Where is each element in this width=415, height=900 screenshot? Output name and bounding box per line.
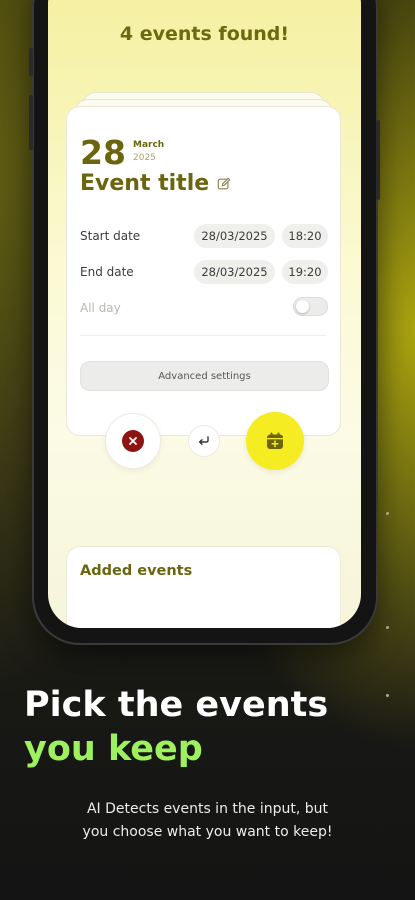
start-date-label: Start date <box>80 229 141 243</box>
start-time-field[interactable]: 18:20 <box>282 224 328 248</box>
promo-headline-line1: Pick the events <box>24 685 329 725</box>
sparkle <box>386 626 389 629</box>
promo-caption-line1: AI Detects events in the input, but <box>86 801 328 817</box>
start-date-field[interactable]: 28/03/2025 <box>194 224 275 248</box>
phone-side-button <box>29 95 33 150</box>
sparkle <box>386 694 389 697</box>
event-year: 2025 <box>133 153 156 163</box>
sparkle <box>386 512 389 515</box>
undo-button[interactable] <box>188 425 220 457</box>
phone-screen: 4 events found! 28 March 2025 Event titl… <box>48 0 361 628</box>
event-title-text: Event title <box>80 171 210 196</box>
event-day: 28 <box>80 133 126 172</box>
close-icon <box>122 430 144 452</box>
event-month: March <box>133 140 165 150</box>
end-time-field[interactable]: 19:20 <box>282 260 328 284</box>
keep-event-button[interactable] <box>246 412 304 470</box>
phone-side-button <box>376 120 380 200</box>
phone-side-button <box>29 48 33 76</box>
reject-event-button[interactable] <box>105 413 161 469</box>
added-events-section: Added events <box>66 546 341 628</box>
end-date-label: End date <box>80 265 134 279</box>
end-date-field[interactable]: 28/03/2025 <box>194 260 275 284</box>
event-card: 28 March 2025 Event title Start date 28/… <box>66 106 341 436</box>
promo-caption: AI Detects events in the input, but you … <box>0 798 415 844</box>
events-found-title: 4 events found! <box>119 23 290 45</box>
calendar-add-icon <box>267 432 283 449</box>
event-title[interactable]: Event title <box>80 171 231 196</box>
advanced-settings-button[interactable]: Advanced settings <box>80 361 329 391</box>
edit-icon[interactable] <box>217 177 231 191</box>
promo-headline-line2: you keep <box>24 729 203 769</box>
divider <box>80 335 327 336</box>
all-day-toggle[interactable] <box>293 297 328 316</box>
promo-caption-line2: you choose what you want to keep! <box>82 824 333 840</box>
all-day-label: All day <box>80 301 121 315</box>
promo-headline: Pick the events you keep <box>24 683 328 771</box>
undo-icon <box>198 436 209 445</box>
added-events-label: Added events <box>80 563 193 579</box>
